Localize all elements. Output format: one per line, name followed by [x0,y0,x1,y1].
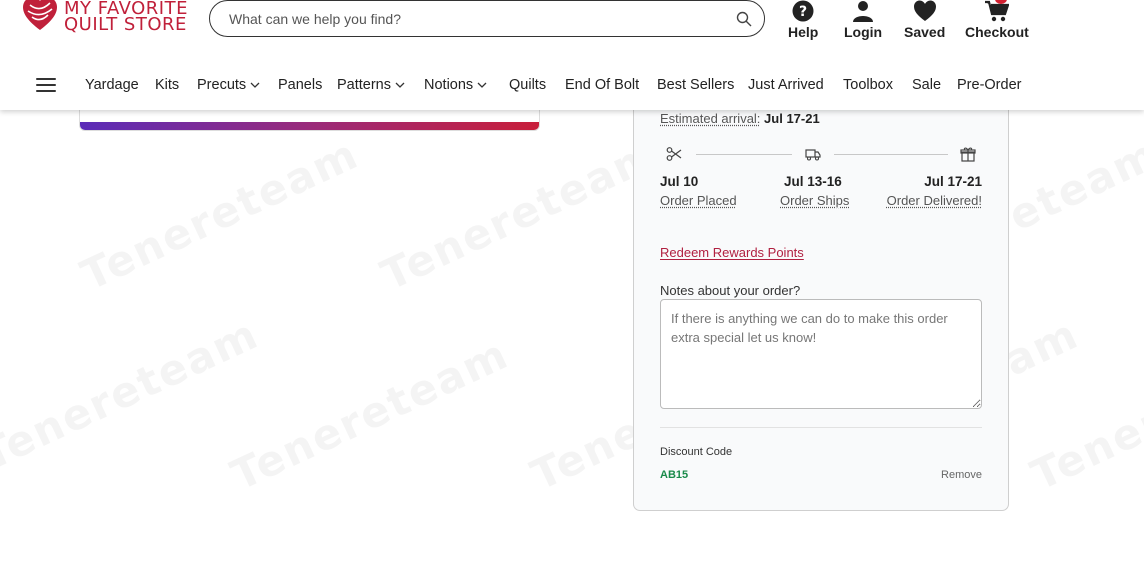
watermark-text: Tenereteam [374,129,666,300]
discount-code-label: Discount Code [660,446,733,458]
nav-end-of-bolt[interactable]: End Of Bolt [565,77,639,93]
nav-toolbox[interactable]: Toolbox [843,77,893,93]
step-label[interactable]: Order Placed [660,193,737,208]
scissors-icon [666,147,682,161]
timeline-line [834,154,948,155]
timeline-step-ships: Jul 13-16 Order Ships [780,174,849,208]
timeline-step-delivered: Jul 17-21 Order Delivered! [887,174,982,208]
nav-panels[interactable]: Panels [278,77,322,93]
gift-icon [960,147,976,162]
saved-label: Saved [904,24,946,40]
nav-just-arrived[interactable]: Just Arrived [748,77,824,93]
login-label: Login [844,24,883,40]
nav-patterns[interactable]: Patterns [337,77,405,93]
search-icon[interactable] [736,11,752,27]
nav-pre-order[interactable]: Pre-Order [957,77,1021,93]
menu-icon[interactable] [36,78,56,92]
login-link[interactable]: Login [844,0,882,40]
step-date: Jul 13-16 [784,174,842,189]
store-name: MY FAVORITE QUILT STORE [64,0,188,35]
delivery-timeline [660,146,984,162]
notes-label: Notes about your order? [660,283,801,298]
help-circle-icon: ? [792,0,814,22]
timeline-step-placed: Jul 10 Order Placed [660,174,737,208]
cart-icon [984,0,1009,22]
heart-icon [913,0,936,21]
svg-text:?: ? [799,4,807,20]
heart-yarn-logo-icon [23,0,57,30]
nav-notions[interactable]: Notions [424,77,487,93]
discount-code-value: AB15 [660,469,689,481]
checkout-link[interactable]: Checkout [965,0,1029,40]
nav-yardage[interactable]: Yardage [85,77,139,93]
estimated-arrival-label[interactable]: Estimated arrival: [660,111,760,126]
remove-discount-link[interactable]: Remove [941,469,982,481]
truck-icon [805,149,821,161]
step-label[interactable]: Order Ships [780,193,849,208]
store-logo[interactable]: MY FAVORITE QUILT STORE [22,0,188,34]
chevron-down-icon [477,82,487,88]
nav-best-sellers[interactable]: Best Sellers [657,77,734,93]
chevron-down-icon [250,82,260,88]
order-notes-textarea[interactable] [660,299,982,409]
nav-sale[interactable]: Sale [912,77,941,93]
nav-quilts[interactable]: Quilts [509,77,546,93]
watermark-text: Tenereteam [0,309,266,480]
step-label[interactable]: Order Delivered! [887,193,982,208]
estimated-arrival: Estimated arrival: Jul 17-21 [660,111,820,126]
gradient-bar [80,122,539,130]
watermark-text: Tenereteam [74,129,366,300]
nav-precuts[interactable]: Precuts [197,77,260,93]
saved-link[interactable]: Saved [904,0,945,40]
order-summary-panel: Estimated arrival: Jul 17-21 Jul 10 Orde… [633,90,1009,511]
chevron-down-icon [395,82,405,88]
nav-kits[interactable]: Kits [155,77,179,93]
help-label: Help [788,24,819,40]
search-input[interactable] [229,10,709,27]
checkout-label: Checkout [965,24,1029,40]
main-nav: Yardage Kits Precuts Panels Patterns Not… [0,72,1144,100]
site-header: MY FAVORITE QUILT STORE ? Help Login [0,0,1144,110]
store-name-line2: QUILT STORE [64,14,187,35]
redeem-rewards-link[interactable]: Redeem Rewards Points [660,245,804,260]
watermark-text: Tenereteam [224,329,516,500]
step-date: Jul 17-21 [924,174,982,189]
step-date: Jul 10 [660,174,699,189]
user-icon [853,1,874,22]
timeline-line [696,154,792,155]
estimated-arrival-value: Jul 17-21 [764,111,820,126]
help-link[interactable]: ? Help [788,0,818,40]
divider [660,427,982,428]
search-bar [209,0,765,37]
watermark-text: Tenereteam [1024,329,1144,500]
